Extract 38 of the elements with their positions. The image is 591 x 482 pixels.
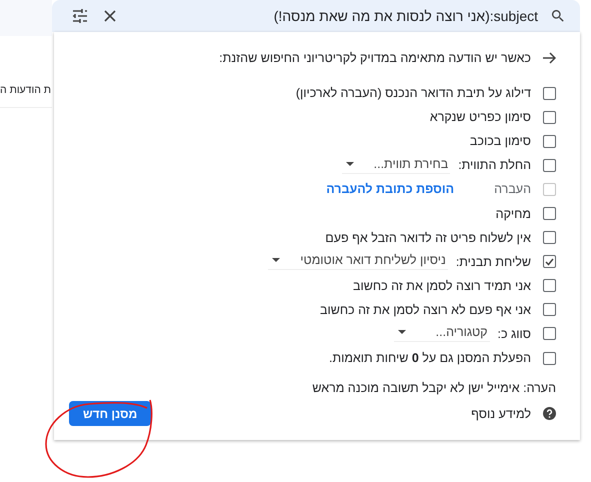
search-query[interactable]: subject:(אני רוצה לנסות את מה שאת מנסה!): [130, 8, 538, 24]
checkbox[interactable]: [543, 352, 556, 365]
checkbox[interactable]: [543, 86, 556, 100]
help-link[interactable]: למידע נוסף: [471, 406, 531, 421]
action-label: סווג כ:: [498, 326, 531, 341]
dropdown[interactable]: בחירת תווית...: [342, 156, 450, 174]
filter-heading: כאשר יש הודעה מתאימה במדויק לקריטריוני החיפוש שהזנת:: [219, 51, 531, 66]
arrow-icon: [543, 52, 556, 64]
checkbox[interactable]: [543, 279, 556, 292]
filter-options-icon[interactable]: [70, 6, 90, 26]
help-icon: [543, 407, 556, 420]
action-label: מחיקה: [496, 206, 531, 221]
action-label: אין לשלוח פריט זה לדואר הזבל אף פעם: [325, 230, 531, 245]
checkbox[interactable]: [543, 255, 556, 268]
checkbox[interactable]: [543, 327, 556, 340]
action-label: סימון בכוכב: [470, 134, 531, 148]
checkbox[interactable]: [543, 303, 556, 316]
action-label: אני תמיד רוצה לסמן את זה כחשוב: [353, 278, 531, 293]
checkbox[interactable]: [543, 110, 556, 124]
note-text: הערה: אימייל ישן לא יקבל תשובה מוכנה מראש: [311, 381, 556, 396]
checkbox[interactable]: [543, 231, 556, 244]
action-label: העברה: [494, 182, 531, 196]
caret-icon: [272, 258, 280, 262]
dropdown[interactable]: ניסיון לשליחת דואר אוטומטי: [268, 253, 448, 270]
action-label: דילוג על תיבת הדואר הנכנס (העברה לארכיון): [296, 86, 531, 100]
dropdown[interactable]: קטגוריה...: [394, 325, 490, 342]
search-bar[interactable]: subject:(אני רוצה לנסות את מה שאת מנסה!): [52, 0, 580, 32]
background-text: ת הודעות ה: [0, 73, 52, 108]
action-label: סימון כפריט שנקרא: [430, 110, 531, 124]
create-filter-button[interactable]: מסנן חדש: [69, 401, 152, 426]
checkbox[interactable]: [543, 207, 556, 220]
action-label: אני אף פעם לא רוצה לסמן את זה כחשוב: [320, 302, 531, 317]
action-label: שליחת תבנית:: [456, 254, 531, 269]
checkbox[interactable]: [543, 134, 556, 148]
checkbox[interactable]: [543, 158, 556, 172]
caret-icon: [346, 162, 354, 166]
action-label: החלת התווית:: [458, 158, 531, 172]
caret-icon: [398, 330, 406, 334]
